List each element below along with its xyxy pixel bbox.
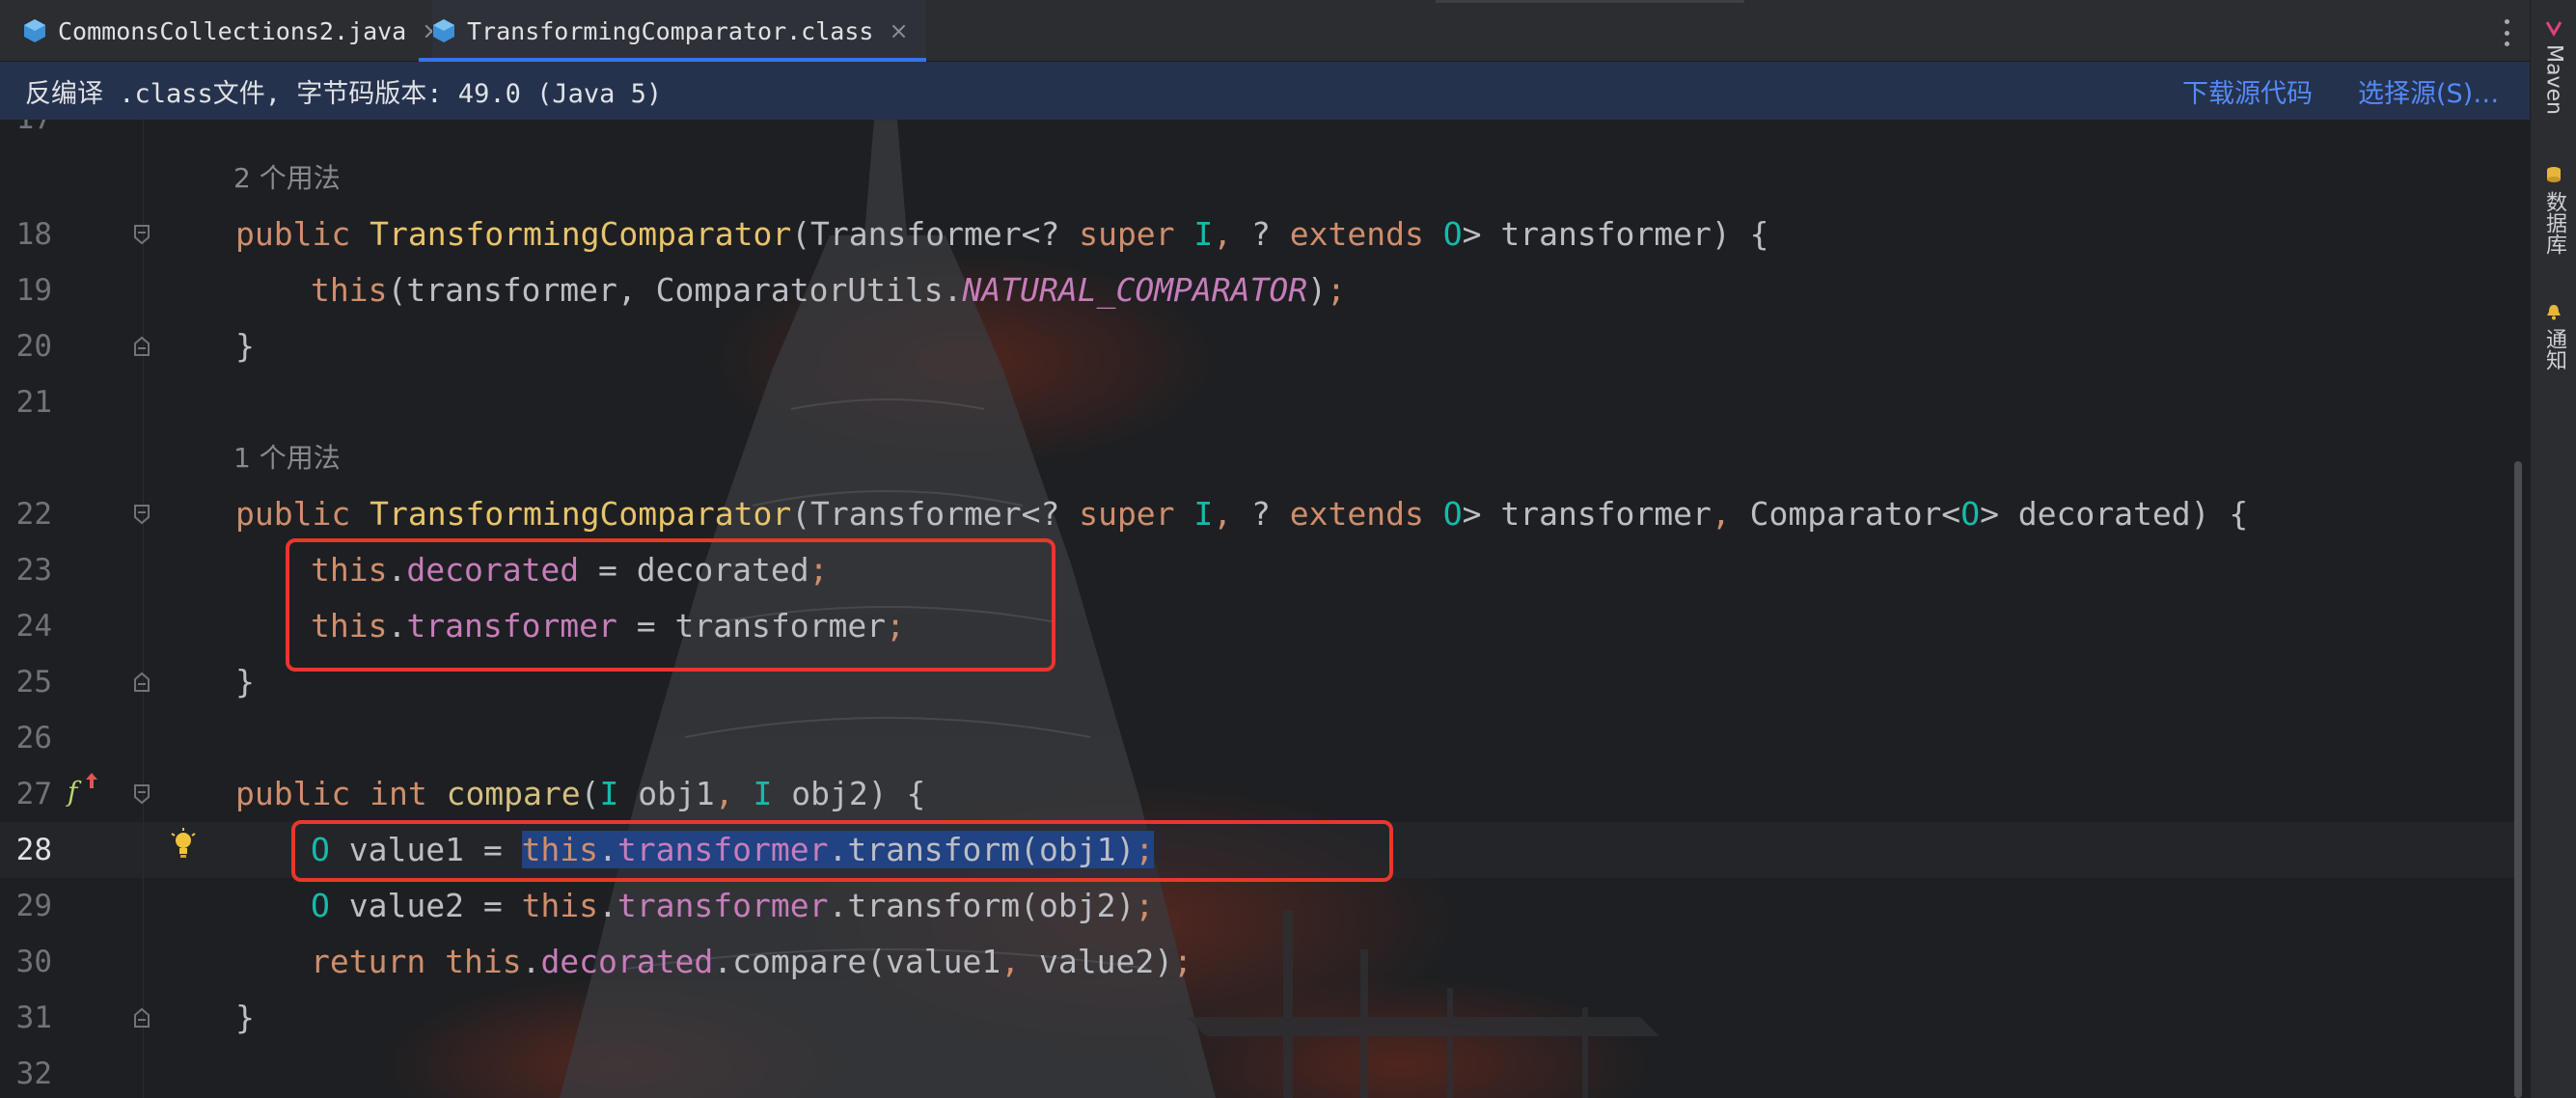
highlight-box-constructor-assignments [286,538,1055,672]
tab-transformingcomparator[interactable]: TransformingComparator.class × [419,0,926,62]
code-line-31: } [235,999,255,1036]
fold-end-icon[interactable] [131,1007,152,1029]
line-number: 27 [15,777,52,811]
fold-end-icon[interactable] [131,336,152,357]
fold-collapse-icon[interactable] [131,224,152,245]
line-number: 22 [15,497,52,532]
tab-label: CommonsCollections2.java [58,16,407,45]
code-line-25: } [235,663,255,700]
code-line-27: public int compare(I obj1, I obj2) { [235,775,926,812]
line-number: 32 [15,1057,52,1091]
choose-sources-link[interactable]: 选择源(S)… [2358,72,2499,110]
maven-tool-button[interactable]: Maven [2531,19,2576,115]
close-icon[interactable]: × [889,17,908,44]
line-number: 18 [15,217,52,252]
line-number-current: 28 [15,833,52,867]
lightbulb-icon[interactable] [170,828,197,863]
gutter-separator [143,120,144,1098]
usage-count-hint[interactable]: 2 个用法 [233,151,341,206]
tab-commonscollections2[interactable]: CommonsCollections2.java × [23,0,441,62]
decompiled-class-banner: 反编译 .class文件, 字节码版本: 49.0 (Java 5) 下载源代码… [0,62,2530,120]
banner-message: 反编译 .class文件, 字节码版本: 49.0 (Java 5) [25,78,663,109]
bell-icon [2547,305,2561,320]
line-number: 23 [15,553,52,588]
line-number: 29 [15,889,52,923]
code-line-30: return this.decorated.compare(value1, va… [311,943,1192,980]
vertical-scrollbar[interactable] [2514,461,2522,1098]
notifications-tool-button[interactable]: 通知 [2531,303,2576,371]
code-editor[interactable]: 17 18 19 20 21 22 23 24 25 26 27 28 29 3… [0,120,2530,1098]
code-line-20: } [235,327,255,365]
right-tool-strip: Maven 数据库 通知 [2530,0,2576,1098]
line-number: 21 [15,385,52,420]
line-number: 24 [15,609,52,644]
maven-label: Maven [2541,44,2566,115]
fold-collapse-icon[interactable] [131,504,152,525]
line-number: 31 [15,1001,52,1035]
code-line-22: public TransformingComparator(Transforme… [235,495,2249,533]
database-label: 数据库 [2542,191,2566,255]
code-line-29: O value2 = this.transformer.transform(ob… [311,887,1155,924]
code-line-18: public TransformingComparator(Transforme… [235,215,1769,253]
line-number: 30 [15,945,52,979]
line-number: 20 [15,329,52,364]
database-tool-button[interactable]: 数据库 [2531,166,2576,255]
tab-label: TransformingComparator.class [467,16,874,45]
highlight-box-transform-call [291,820,1393,882]
usage-count-hint[interactable]: 1 个用法 [233,430,341,486]
download-sources-link[interactable]: 下载源代码 [2182,72,2313,110]
maven-icon [2545,21,2562,37]
notifications-label: 通知 [2542,328,2566,371]
database-icon [2547,167,2561,182]
more-options-icon[interactable] [2503,19,2510,46]
tab-bar-divider [1436,0,1744,3]
line-number: 25 [15,665,52,700]
code-line-19: this(transformer, ComparatorUtils.NATURA… [311,271,1346,309]
java-class-icon [433,19,454,42]
line-number: 26 [15,721,52,755]
function-overrides-icon[interactable]: f [68,776,77,808]
fold-end-icon[interactable] [131,672,152,693]
line-number: 19 [15,273,52,308]
editor-tab-bar: CommonsCollections2.java × TransformingC… [0,0,2530,62]
line-number: 17 [0,120,52,147]
java-class-icon [24,19,45,42]
implements-arrow-icon[interactable] [85,772,98,789]
fold-collapse-icon[interactable] [131,783,152,805]
